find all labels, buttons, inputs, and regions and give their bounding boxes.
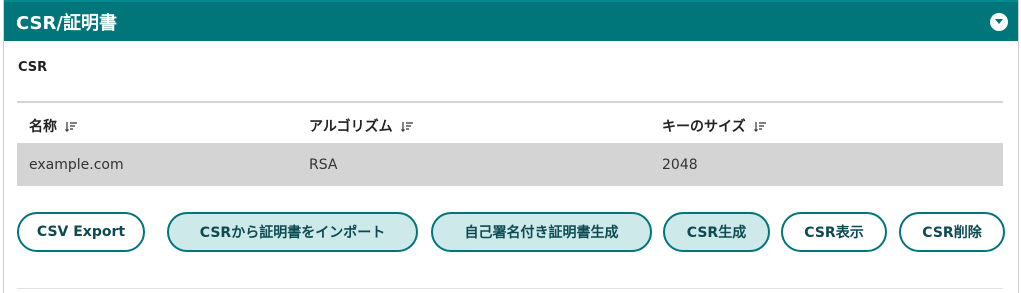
sort-icon[interactable] — [753, 121, 767, 132]
show-csr-button[interactable]: CSR表示 — [781, 212, 887, 252]
column-label: 名称 — [29, 119, 57, 135]
csr-certificate-panel: CSR/証明書 CSR 名称 アルゴリズム キーのサイズ example.com… — [3, 0, 1019, 293]
import-certificate-button[interactable]: CSRから証明書をインポート — [167, 212, 418, 252]
column-header-name[interactable]: 名称 — [29, 116, 78, 136]
column-label: アルゴリズム — [309, 119, 393, 135]
cell-key-size: 2048 — [662, 157, 698, 173]
sort-icon[interactable] — [400, 121, 414, 132]
generate-self-signed-button[interactable]: 自己署名付き証明書生成 — [431, 212, 652, 252]
column-header-key-size[interactable]: キーのサイズ — [662, 116, 767, 136]
collapse-button[interactable] — [990, 13, 1008, 31]
generate-csr-button[interactable]: CSR生成 — [663, 212, 770, 252]
delete-csr-button[interactable]: CSR削除 — [899, 212, 1005, 252]
csv-export-button[interactable]: CSV Export — [17, 212, 145, 252]
cell-name: example.com — [29, 157, 124, 173]
column-header-algorithm[interactable]: アルゴリズム — [309, 116, 414, 136]
sort-icon[interactable] — [65, 121, 78, 132]
cell-algorithm: RSA — [309, 157, 338, 173]
chevron-down-icon — [995, 19, 1003, 24]
csr-table: 名称 アルゴリズム キーのサイズ example.com RSA 2048 — [17, 101, 1003, 186]
divider — [17, 288, 1003, 289]
panel-title: CSR/証明書 — [16, 13, 117, 34]
panel-header[interactable]: CSR/証明書 — [4, 0, 1018, 41]
column-label: キーのサイズ — [662, 119, 746, 135]
table-header: 名称 アルゴリズム キーのサイズ — [17, 103, 1003, 143]
table-row[interactable]: example.com RSA 2048 — [17, 143, 1003, 186]
section-title: CSR — [18, 60, 48, 75]
